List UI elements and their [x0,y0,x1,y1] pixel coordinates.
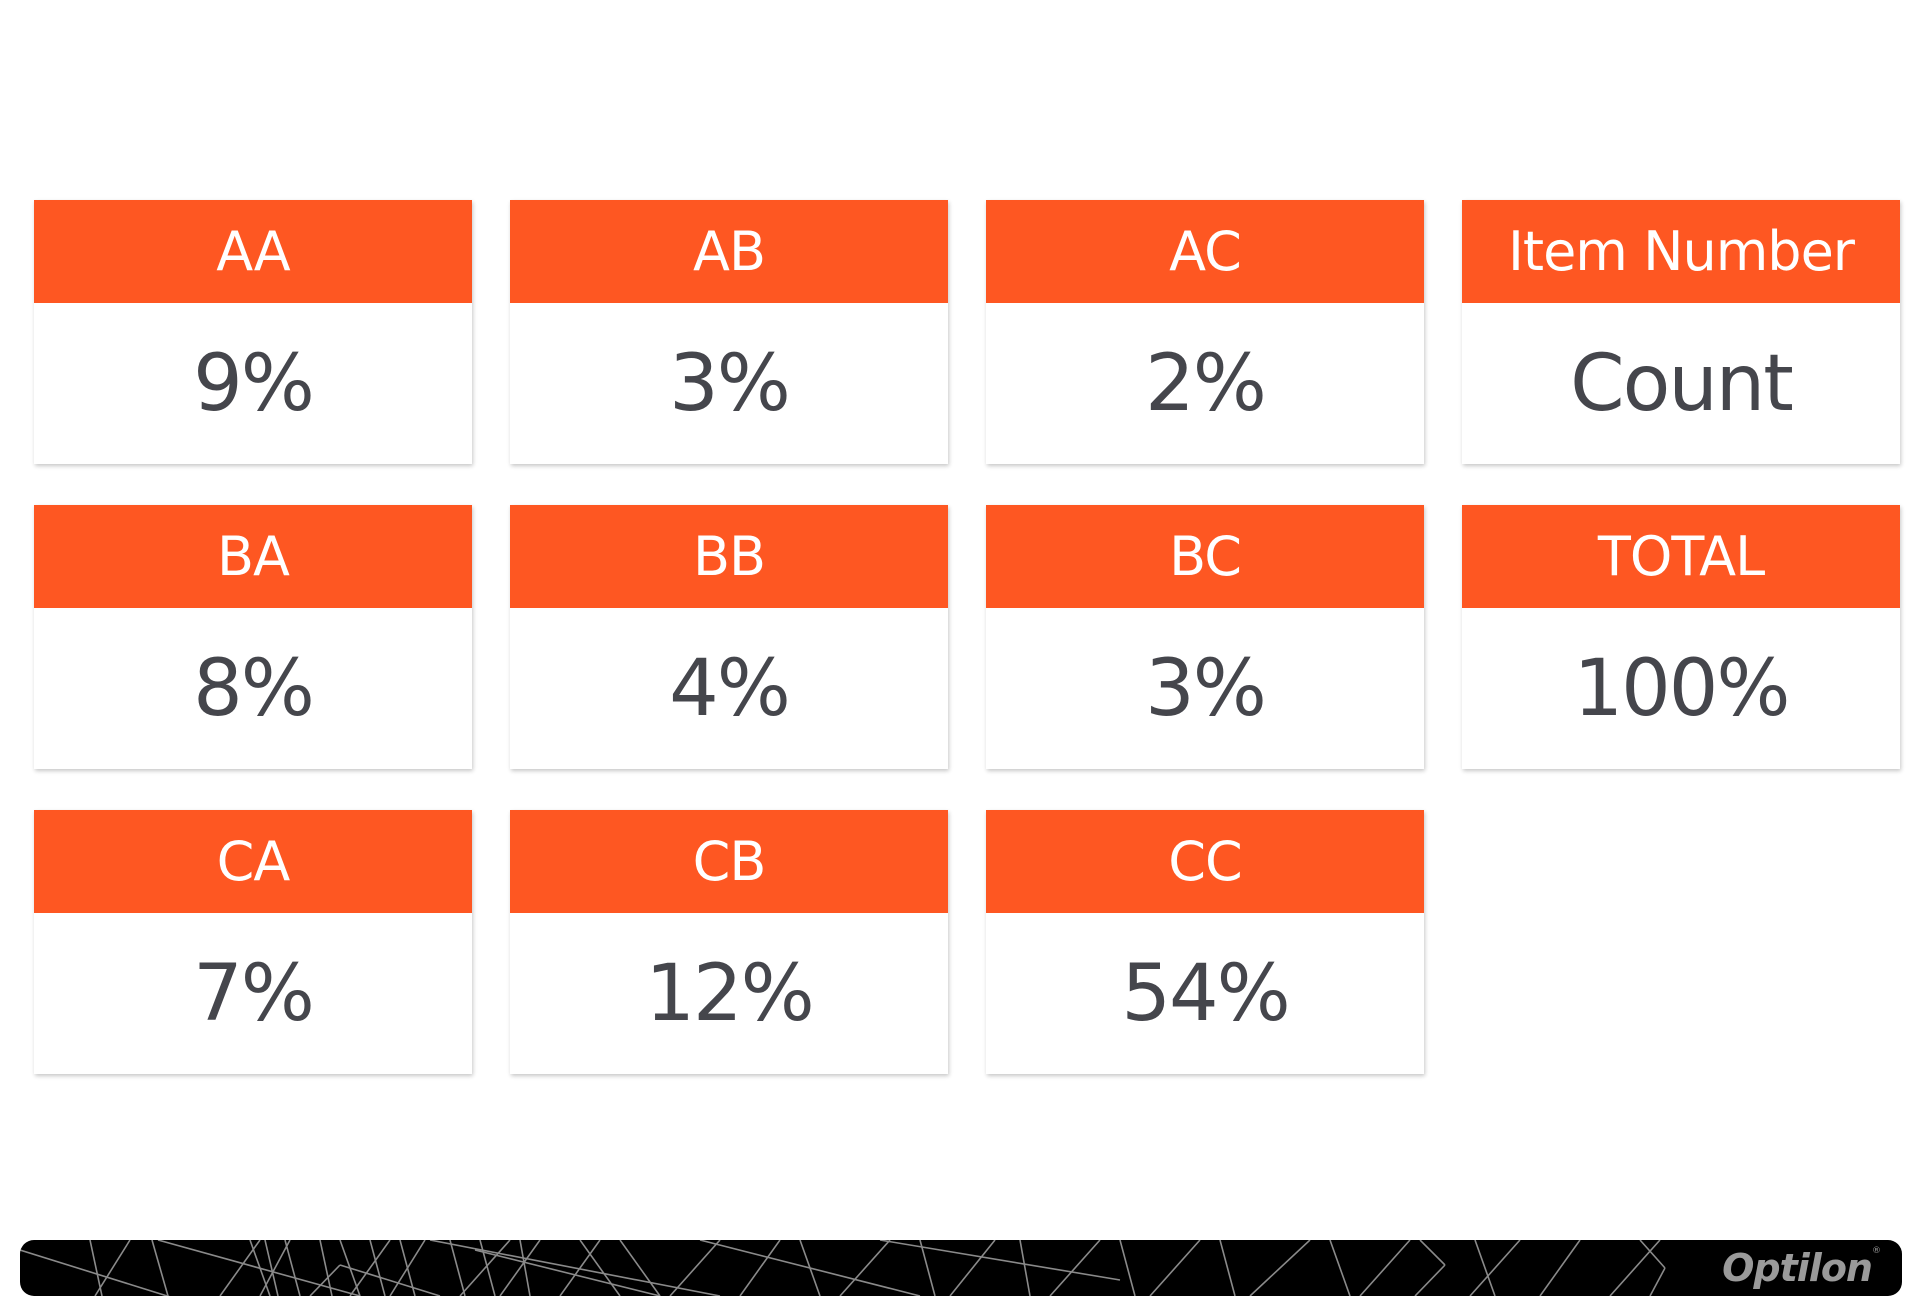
kpi-card-ab: AB 3% [510,200,948,464]
kpi-card-bb: BB 4% [510,505,948,769]
kpi-card-cb: CB 12% [510,810,948,1074]
kpi-card-label: CA [34,810,472,913]
kpi-card-value: Count [1570,338,1794,429]
kpi-card-total: TOTAL 100% [1462,505,1900,769]
kpi-card-label: CC [986,810,1424,913]
kpi-card-value: 7% [193,948,315,1039]
kpi-card-label: AA [34,200,472,303]
kpi-card-label: BA [34,505,472,608]
kpi-card-value: 54% [1121,948,1290,1039]
kpi-card-item-number: Item Number Count [1462,200,1900,464]
kpi-card-bc: BC 3% [986,505,1424,769]
optilon-logo: Optilon® [1722,1246,1881,1290]
kpi-card-label: AC [986,200,1424,303]
kpi-card-cc: CC 54% [986,810,1424,1074]
kpi-card-value: 12% [645,948,814,1039]
kpi-card-label: AB [510,200,948,303]
kpi-card-value: 2% [1145,338,1267,429]
kpi-card-ca: CA 7% [34,810,472,1074]
brand-name: Optilon [1722,1246,1873,1290]
kpi-card-label: CB [510,810,948,913]
kpi-card-aa: AA 9% [34,200,472,464]
kpi-grid: AA 9% AB 3% AC 2% Item Number Count BA 8… [34,200,1900,1074]
kpi-card-value: 100% [1573,643,1791,734]
kpi-card-value: 3% [669,338,791,429]
kpi-card-label: Item Number [1462,200,1900,303]
kpi-card-value: 3% [1145,643,1267,734]
kpi-card-value: 9% [193,338,315,429]
kpi-card-ba: BA 8% [34,505,472,769]
kpi-card-label: BB [510,505,948,608]
footer-line-pattern [20,1240,1666,1296]
kpi-card-value: 8% [193,643,315,734]
kpi-card-ac: AC 2% [986,200,1424,464]
footer-bar: Optilon® [20,1240,1902,1296]
kpi-card-value: 4% [669,643,791,734]
kpi-card-label: BC [986,505,1424,608]
registered-mark: ® [1872,1246,1881,1256]
kpi-card-label: TOTAL [1462,505,1900,608]
